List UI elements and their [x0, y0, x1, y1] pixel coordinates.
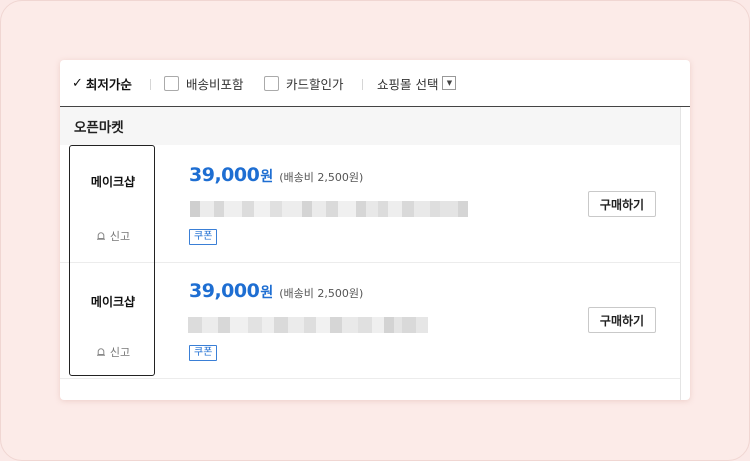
coupon-badge: 쿠폰: [189, 229, 218, 245]
checkmark-icon: ✓: [72, 75, 83, 91]
price-value: 39,000: [189, 280, 260, 302]
shipping-label: 배송비포함: [186, 76, 244, 92]
price-currency: 원: [260, 285, 274, 301]
filter-bar: ✓ 최저가순 배송비포함 카드할인가 쇼핑몰 선택 ▼: [60, 60, 690, 107]
shipping-included-filter[interactable]: 배송비포함: [164, 60, 244, 106]
shipping-checkbox[interactable]: [164, 75, 179, 91]
price-currency: 원: [260, 169, 274, 185]
divider: [150, 79, 151, 90]
price-compare-panel: ✓ 최저가순 배송비포함 카드할인가 쇼핑몰 선택 ▼ 오픈마켓 39,000 …: [60, 60, 690, 400]
column-divider: [680, 107, 681, 400]
card-discount-checkbox[interactable]: [264, 75, 279, 91]
mall-select-dropdown[interactable]: 쇼핑몰 선택 ▼: [377, 60, 457, 106]
section-title: 오픈마켓: [74, 120, 124, 136]
report-link[interactable]: 신고: [70, 344, 156, 360]
price-line: 39,000 원 (배송비 2,500원): [189, 164, 363, 186]
sort-label: 최저가순: [85, 76, 132, 92]
section-header: 오픈마켓: [60, 107, 680, 145]
card-discount-label: 카드할인가: [286, 76, 344, 92]
blurred-product-name[interactable]: [190, 201, 468, 217]
shipping-fee: (배송비 2,500원): [279, 171, 364, 184]
report-label: 신고: [109, 346, 131, 359]
report-link[interactable]: 신고: [70, 228, 156, 244]
seller-name[interactable]: 메이크샵: [70, 293, 156, 310]
buy-button[interactable]: 구매하기: [588, 191, 656, 217]
report-label: 신고: [109, 230, 131, 243]
bell-icon: [96, 348, 105, 356]
bell-icon: [96, 232, 105, 240]
dropdown-arrow-icon[interactable]: ▼: [442, 76, 457, 90]
seller-column-highlight: 메이크샵 신고 메이크샵 신고: [69, 145, 155, 376]
price-value: 39,000: [189, 164, 260, 186]
blurred-product-name[interactable]: [188, 317, 428, 333]
card-discount-filter[interactable]: 카드할인가: [264, 60, 344, 106]
divider: [362, 79, 363, 90]
coupon-badge: 쿠폰: [189, 345, 218, 361]
sort-lowest-price[interactable]: ✓ 최저가순: [72, 60, 132, 106]
seller-name[interactable]: 메이크샵: [70, 173, 156, 190]
price-line: 39,000 원 (배송비 2,500원): [189, 280, 363, 302]
buy-button[interactable]: 구매하기: [588, 307, 656, 333]
mall-select-label: 쇼핑몰 선택: [377, 76, 439, 92]
shipping-fee: (배송비 2,500원): [279, 287, 364, 300]
